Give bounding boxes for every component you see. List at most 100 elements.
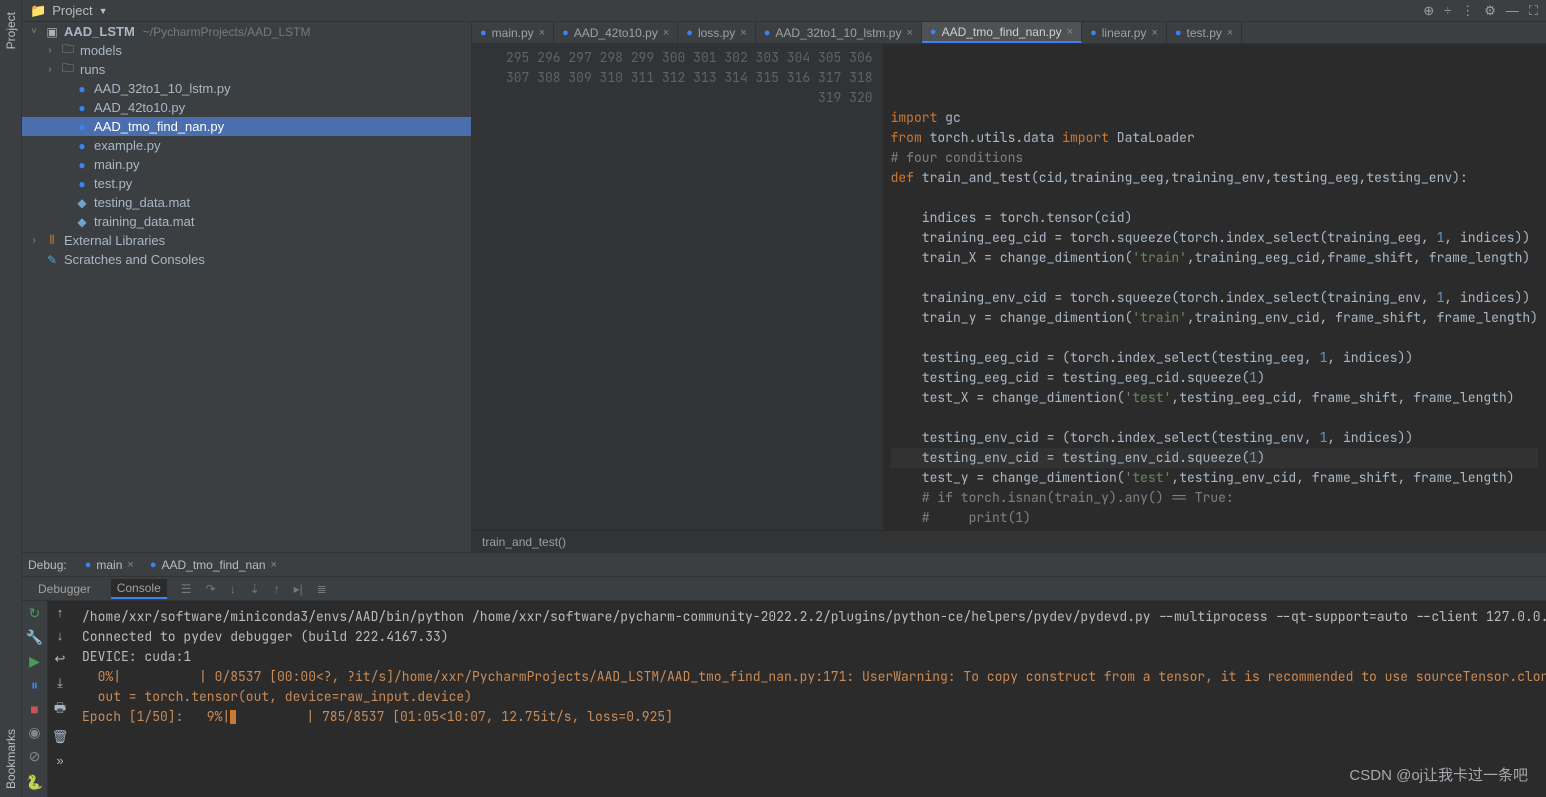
chevron-down-icon: ˅ [28, 26, 40, 37]
tree-file[interactable]: ●example.py [22, 136, 471, 155]
editor-tab[interactable]: ●AAD_32to1_10_lstm.py× [756, 22, 922, 43]
breadcrumb[interactable]: train_and_test() [472, 530, 1546, 552]
evaluate-icon[interactable]: ≣ [317, 582, 327, 596]
python-file-icon: ● [74, 82, 90, 96]
python-file-icon: ● [74, 158, 90, 172]
tree-file[interactable]: ◆testing_data.mat [22, 193, 471, 212]
resume-icon[interactable]: ▶ [29, 653, 40, 670]
python-file-icon: ● [74, 120, 90, 134]
close-icon[interactable]: × [1151, 27, 1157, 39]
folder-icon: 🗀 [60, 59, 76, 80]
console-tab[interactable]: Console [111, 579, 167, 599]
tree-folder[interactable]: › 🗀 models [22, 41, 471, 60]
more-icon[interactable]: ⋮ [1461, 3, 1474, 19]
folder-icon: 🗀 [60, 40, 76, 61]
python-console-icon[interactable]: 🐍 [26, 774, 43, 791]
editor-tab[interactable]: ●test.py× [1167, 22, 1242, 43]
pause-icon[interactable]: ⏸ [31, 677, 38, 694]
step-into-my-icon[interactable]: ⇣ [250, 582, 260, 596]
project-tree[interactable]: ˅ ▣ AAD_LSTM ~/PycharmProjects/AAD_LSTM … [22, 22, 472, 552]
debugger-tab[interactable]: Debugger [32, 580, 97, 598]
step-into-icon[interactable]: ↓ [230, 582, 236, 596]
editor-tab[interactable]: ●AAD_tmo_find_nan.py× [922, 22, 1082, 43]
debug-session-tab[interactable]: ● main × [77, 555, 142, 575]
python-file-icon: ● [74, 177, 90, 191]
folder-icon: ▣ [44, 25, 60, 39]
up-icon[interactable]: ↑ [57, 605, 64, 620]
line-gutter: 295 296 297 298 299 300 301 302 303 304 … [472, 44, 883, 530]
left-toolwindow-strip: Project Bookmarks [0, 0, 22, 797]
project-view-selector[interactable]: 📁 Project ▼ [30, 3, 108, 19]
gear-icon[interactable]: ⚙ [1484, 3, 1496, 19]
close-icon[interactable]: × [539, 27, 545, 39]
new-console-icon[interactable]: » [56, 753, 63, 768]
debug-session-tab[interactable]: ● AAD_tmo_find_nan × [142, 555, 285, 575]
collapse-icon[interactable]: ÷ [1444, 3, 1451, 18]
step-over-icon[interactable]: ↷ [206, 582, 216, 596]
editor-tab[interactable]: ●main.py× [472, 22, 554, 43]
layout-icon[interactable]: ☰ [181, 582, 192, 596]
scratches-consoles[interactable]: ✎ Scratches and Consoles [22, 250, 471, 269]
python-file-icon: ● [1175, 27, 1182, 39]
settings-icon[interactable]: — [1506, 3, 1519, 18]
clear-icon[interactable]: 🗑 [52, 729, 69, 745]
editor-tab[interactable]: ●loss.py× [678, 22, 755, 43]
python-file-icon: ● [1090, 27, 1097, 39]
down-icon[interactable]: ↓ [57, 628, 64, 643]
tree-file[interactable]: ●AAD_32to1_10_lstm.py [22, 79, 471, 98]
print-icon[interactable]: 🖶 [54, 699, 66, 721]
chevron-right-icon: › [28, 235, 40, 246]
chevron-right-icon: › [44, 45, 56, 56]
expand-icon[interactable]: ⛶ [1529, 3, 1538, 19]
bookmarks-toolwindow-tab[interactable]: Bookmarks [4, 729, 18, 789]
external-libraries[interactable]: › ⫴ External Libraries [22, 231, 471, 250]
modify-run-icon[interactable]: 🔧 [26, 629, 43, 646]
stop-icon[interactable]: ■ [30, 701, 38, 717]
close-icon[interactable]: × [906, 27, 912, 39]
debug-side-toolbar: ↻ 🔧 ▶ ⏸ ■ ◉ ⊘ 🐍 [22, 601, 48, 797]
chevron-down-icon: ▼ [99, 6, 108, 16]
tree-file[interactable]: ●AAD_42to10.py [22, 98, 471, 117]
rerun-icon[interactable]: ↻ [29, 605, 41, 622]
mute-breakpoints-icon[interactable]: ⊘ [29, 748, 41, 765]
python-file-icon: ● [930, 26, 937, 38]
close-icon[interactable]: × [127, 559, 133, 571]
console-output[interactable]: /home/xxr/software/miniconda3/envs/AAD/b… [72, 601, 1546, 797]
run-to-cursor-icon[interactable]: ▸| [294, 582, 303, 596]
tree-file[interactable]: ●AAD_tmo_find_nan.py [22, 117, 471, 136]
mat-file-icon: ◆ [74, 215, 90, 229]
tree-folder[interactable]: › 🗀 runs [22, 60, 471, 79]
target-icon[interactable]: ⊕ [1423, 3, 1434, 19]
close-icon[interactable]: × [1227, 27, 1233, 39]
toolbar: ⛶ — ⚙ ⋮ ÷ ⊕ 📁 Project ▼ [22, 0, 1546, 22]
close-icon[interactable]: × [271, 559, 277, 571]
soft-wrap-icon[interactable]: ↩ [55, 651, 66, 667]
tree-file[interactable]: ●main.py [22, 155, 471, 174]
close-icon[interactable]: × [740, 27, 746, 39]
library-icon: ⫴ [44, 233, 60, 248]
close-icon[interactable]: × [1067, 26, 1073, 38]
scratch-icon: ✎ [44, 253, 60, 267]
chevron-right-icon: › [44, 64, 56, 75]
python-file-icon: ● [562, 27, 569, 39]
editor-tab[interactable]: ●linear.py× [1082, 22, 1167, 43]
editor-tab[interactable]: ●AAD_42to10.py× [554, 22, 678, 43]
view-breakpoints-icon[interactable]: ◉ [28, 724, 40, 741]
scroll-end-icon[interactable]: ⤓ [57, 675, 63, 691]
project-root[interactable]: ˅ ▣ AAD_LSTM ~/PycharmProjects/AAD_LSTM [22, 22, 471, 41]
close-icon[interactable]: × [663, 27, 669, 39]
debug-panel: Debug: ● main × ● AAD_tmo_find_nan × Deb… [22, 552, 1546, 797]
code-area[interactable]: import gcfrom torch.utils.data import Da… [883, 44, 1546, 530]
tree-file[interactable]: ●test.py [22, 174, 471, 193]
python-file-icon: ● [74, 101, 90, 115]
python-file-icon: ● [480, 27, 487, 39]
python-file-icon: ● [764, 27, 771, 39]
folder-icon: 📁 [30, 3, 46, 19]
python-icon: ● [150, 559, 157, 571]
code-editor[interactable]: 295 296 297 298 299 300 301 302 303 304 … [472, 44, 1546, 530]
console-side-toolbar: ↑ ↓ ↩ ⤓ 🖶 🗑 » [48, 601, 72, 797]
editor-tabs: ●main.py×●AAD_42to10.py×●loss.py×●AAD_32… [472, 22, 1546, 44]
tree-file[interactable]: ◆training_data.mat [22, 212, 471, 231]
project-toolwindow-tab[interactable]: Project [4, 12, 18, 49]
step-out-icon[interactable]: ↑ [274, 582, 280, 596]
